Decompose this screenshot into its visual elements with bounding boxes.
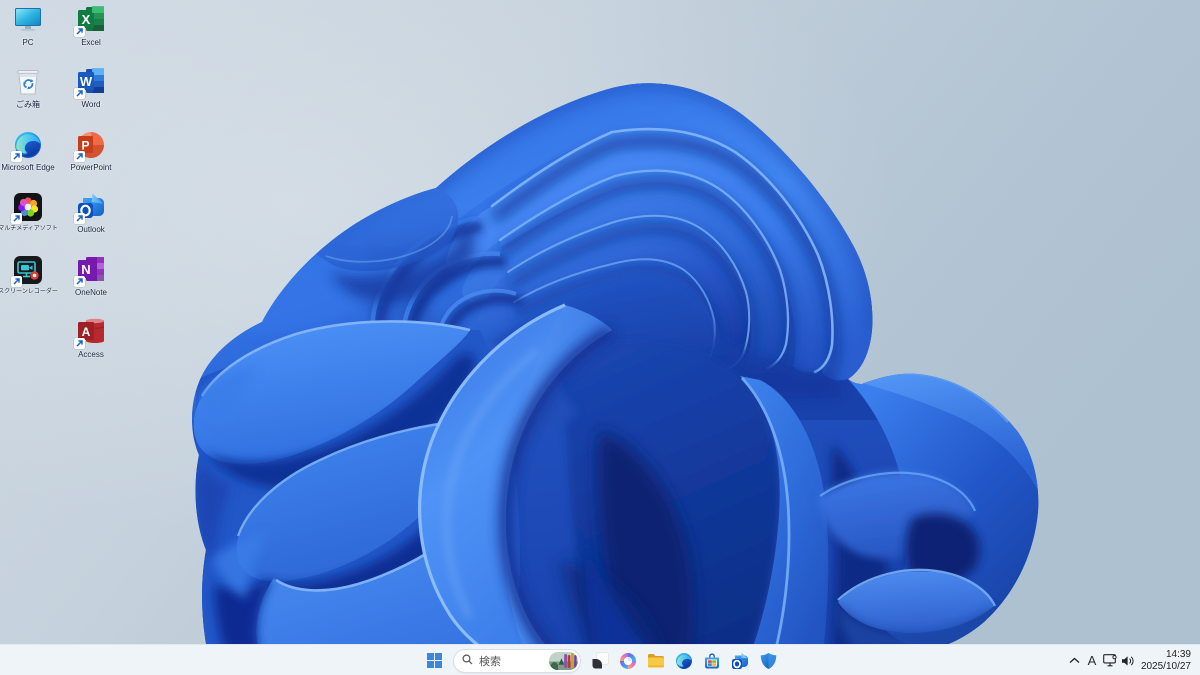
svg-text:A: A (82, 325, 91, 339)
svg-text:W: W (80, 74, 93, 89)
svg-text:N: N (81, 262, 90, 277)
svg-text:X: X (82, 12, 91, 27)
